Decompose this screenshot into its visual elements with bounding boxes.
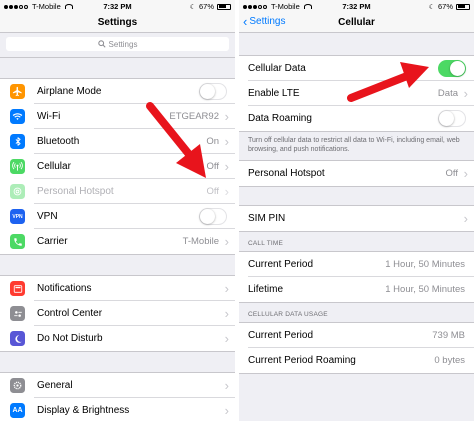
data-roaming-toggle[interactable] (438, 110, 466, 127)
vpn-icon: VPN (10, 209, 25, 224)
chevron-right-icon: › (224, 403, 229, 418)
search-input[interactable]: Settings (6, 37, 229, 51)
row-personal-hotspot[interactable]: Personal Hotspot Off › (239, 161, 474, 186)
current-period-value: 1 Hour, 50 Minutes (385, 259, 465, 270)
bluetooth-value: On (206, 136, 219, 147)
chevron-right-icon: › (224, 234, 229, 249)
hotspot-value: Off (206, 186, 220, 197)
row-display-brightness[interactable]: AA Display & Brightness › (0, 398, 235, 421)
airplane-mode-toggle[interactable] (199, 83, 227, 100)
sim-group: SIM PIN › (239, 205, 474, 232)
cellular-screen: T-Mobile 7:32 PM ☾ 67% ‹ Settings Cellul… (239, 0, 474, 421)
search-placeholder: Settings (108, 39, 138, 49)
display-icon: AA (10, 403, 25, 418)
chevron-right-icon: › (224, 134, 229, 149)
row-airplane-mode[interactable]: Airplane Mode (0, 79, 235, 104)
status-bar: T-Mobile 7:32 PM ☾ 67% (0, 0, 235, 12)
cellular-data-footnote: Turn off cellular data to restrict all d… (248, 137, 460, 153)
row-sim-pin[interactable]: SIM PIN › (239, 206, 474, 231)
nav-bar: Settings (0, 12, 235, 33)
row-usage-current-period: Current Period 739 MB (248, 330, 474, 348)
settings-screen: T-Mobile 7:32 PM ☾ 67% Settings Settings… (0, 0, 235, 421)
chevron-right-icon: › (463, 166, 468, 181)
hotspot-group: Personal Hotspot Off › (239, 160, 474, 187)
call-time-header: CALL TIME (248, 240, 284, 247)
hotspot-icon (10, 184, 25, 199)
row-vpn[interactable]: VPN VPN (0, 204, 235, 229)
row-usage-roaming: Current Period Roaming 0 bytes (248, 355, 465, 366)
moon-status-icon: ☾ (189, 3, 196, 11)
control-center-icon (10, 306, 25, 321)
battery-icon (456, 3, 470, 10)
notifications-icon (10, 281, 25, 296)
data-usage-group: Current Period 739 MB Current Period Roa… (239, 322, 474, 374)
battery-icon (217, 3, 231, 10)
row-notifications[interactable]: Notifications › (0, 276, 235, 301)
chevron-right-icon: › (224, 331, 229, 346)
page-title: Cellular (338, 17, 375, 28)
chevron-right-icon: › (463, 86, 468, 101)
row-control-center[interactable]: Control Center › (0, 301, 235, 326)
wifi-network-value: ETGEAR92 (169, 111, 219, 122)
row-wifi[interactable]: Wi-Fi ETGEAR92 › (0, 104, 235, 129)
chevron-right-icon: › (224, 159, 229, 174)
wifi-icon (10, 109, 25, 124)
gear-icon (10, 378, 25, 393)
moon-icon (10, 331, 25, 346)
chevron-right-icon: › (224, 184, 229, 199)
call-time-group: Current Period 1 Hour, 50 Minutes Lifeti… (239, 251, 474, 303)
row-bluetooth[interactable]: Bluetooth On › (0, 129, 235, 154)
search-icon (97, 40, 106, 48)
row-cellular-data[interactable]: Cellular Data (239, 56, 474, 81)
row-personal-hotspot[interactable]: Personal Hotspot Off › (0, 179, 235, 204)
cellular-data-toggle[interactable] (438, 60, 466, 77)
enable-lte-value: Data (437, 88, 458, 99)
row-current-period: Current Period 1 Hour, 50 Minutes (248, 259, 474, 277)
row-general[interactable]: General › (0, 373, 235, 398)
page-title: Settings (97, 17, 138, 28)
nav-bar: ‹ Settings Cellular (239, 12, 474, 33)
row-data-roaming[interactable]: Data Roaming (239, 106, 474, 131)
airplane-icon (10, 84, 25, 99)
vpn-toggle[interactable] (199, 208, 227, 225)
row-lifetime: Lifetime 1 Hour, 50 Minutes (248, 284, 465, 295)
row-enable-lte[interactable]: Enable LTE Data › (239, 81, 474, 106)
hotspot-value: Off (445, 168, 459, 179)
bluetooth-icon (10, 134, 25, 149)
usage-current-value: 739 MB (432, 330, 465, 341)
battery-percent: 67% (437, 2, 453, 11)
notifications-group: Notifications › Control Center › Do Not … (0, 275, 235, 352)
cellular-data-group: Cellular Data Enable LTE Data › Data Roa… (239, 55, 474, 132)
connectivity-group: Airplane Mode Wi-Fi ETGEAR92 › Bluetooth… (0, 78, 235, 255)
chevron-right-icon: › (224, 109, 229, 124)
chevron-right-icon: › (463, 211, 468, 226)
chevron-right-icon: › (224, 378, 229, 393)
status-bar: T-Mobile 7:32 PM ☾ 67% (239, 0, 474, 12)
cellular-value: Off (206, 161, 220, 172)
moon-status-icon: ☾ (428, 3, 435, 11)
row-do-not-disturb[interactable]: Do Not Disturb › (0, 326, 235, 351)
phone-icon (10, 234, 25, 249)
cellular-icon (10, 159, 25, 174)
usage-roaming-value: 0 bytes (434, 355, 465, 366)
cellular-data-usage-header: CELLULAR DATA USAGE (248, 311, 328, 318)
battery-percent: 67% (198, 2, 214, 11)
general-group: General › AA Display & Brightness › (0, 372, 235, 421)
carrier-value: T-Mobile (182, 236, 219, 247)
row-carrier[interactable]: Carrier T-Mobile › (0, 229, 235, 254)
chevron-right-icon: › (224, 281, 229, 296)
chevron-right-icon: › (224, 306, 229, 321)
lifetime-value: 1 Hour, 50 Minutes (385, 284, 465, 295)
row-cellular[interactable]: Cellular Off › (0, 154, 235, 179)
